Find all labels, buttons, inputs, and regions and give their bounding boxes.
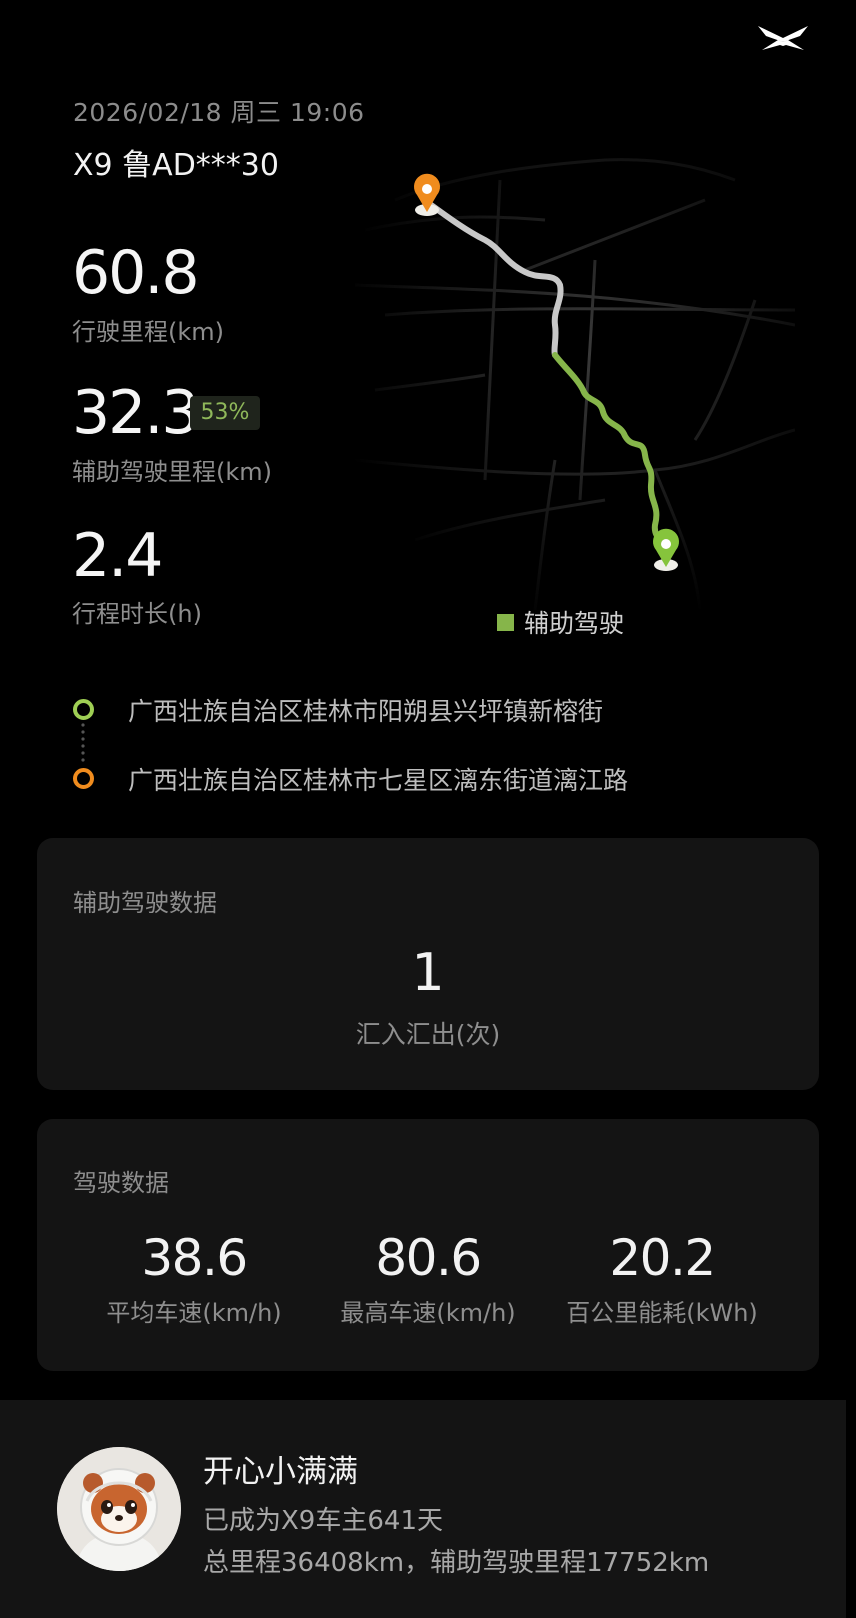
assist-card-title: 辅助驾驶数据	[73, 889, 217, 917]
duration-value: 2.4	[72, 521, 163, 591]
avg-speed-value: 38.6	[141, 1229, 248, 1287]
distance-label: 行驶里程(km)	[72, 318, 225, 346]
start-point-icon	[73, 699, 94, 720]
end-address: 广西壮族自治区桂林市七星区漓东街道漓江路	[128, 766, 629, 795]
avatar[interactable]	[57, 1447, 181, 1571]
max-speed-label: 最高车速(km/h)	[340, 1299, 516, 1327]
end-point-icon	[73, 768, 94, 789]
red-panda-astronaut-icon	[57, 1447, 181, 1571]
energy-label: 百公里能耗(kWh)	[566, 1299, 758, 1327]
avg-speed-label: 平均车速(km/h)	[106, 1299, 282, 1327]
assist-distance-value: 32.3	[72, 378, 200, 448]
owner-mileage: 总里程36408km，辅助驾驶里程17752km	[203, 1548, 710, 1578]
legend-label: 辅助驾驶	[524, 609, 625, 638]
assist-driving-card: 辅助驾驶数据 1 汇入汇出(次)	[37, 838, 819, 1090]
driving-data-card: 驾驶数据 38.6 平均车速(km/h) 80.6 最高车速(km/h) 20.…	[37, 1119, 819, 1371]
map-legend: 辅助驾驶	[497, 604, 624, 640]
owner-days: 已成为X9车主641天	[203, 1506, 443, 1536]
legend-swatch	[497, 613, 514, 631]
end-pin-icon	[653, 528, 679, 571]
route-connector	[81, 723, 85, 762]
start-address: 广西壮族自治区桂林市阳朔县兴坪镇新榕街	[128, 697, 604, 726]
trip-datetime: 2026/02/18 周三 19:06	[73, 98, 365, 127]
owner-name: 开心小满满	[203, 1454, 358, 1490]
start-pin-icon	[414, 173, 440, 216]
merge-count-value: 1	[411, 943, 445, 1003]
route-map[interactable]	[355, 140, 795, 610]
max-speed-value: 80.6	[375, 1229, 482, 1287]
energy-value: 20.2	[609, 1229, 716, 1287]
vehicle-plate: X9 鲁AD***30	[73, 148, 279, 183]
xpeng-logo-icon	[758, 26, 808, 50]
duration-label: 行程时长(h)	[72, 600, 202, 628]
distance-value: 60.8	[72, 238, 200, 308]
max-speed-metric: 80.6 最高车速(km/h)	[308, 1229, 548, 1328]
assist-percent-badge: 53%	[190, 396, 260, 430]
avg-speed-metric: 38.6 平均车速(km/h)	[74, 1229, 314, 1328]
energy-metric: 20.2 百公里能耗(kWh)	[542, 1229, 782, 1328]
assist-distance-label: 辅助驾驶里程(km)	[72, 458, 273, 486]
merge-count-label: 汇入汇出(次)	[355, 1020, 501, 1049]
driving-card-title: 驾驶数据	[73, 1169, 169, 1197]
